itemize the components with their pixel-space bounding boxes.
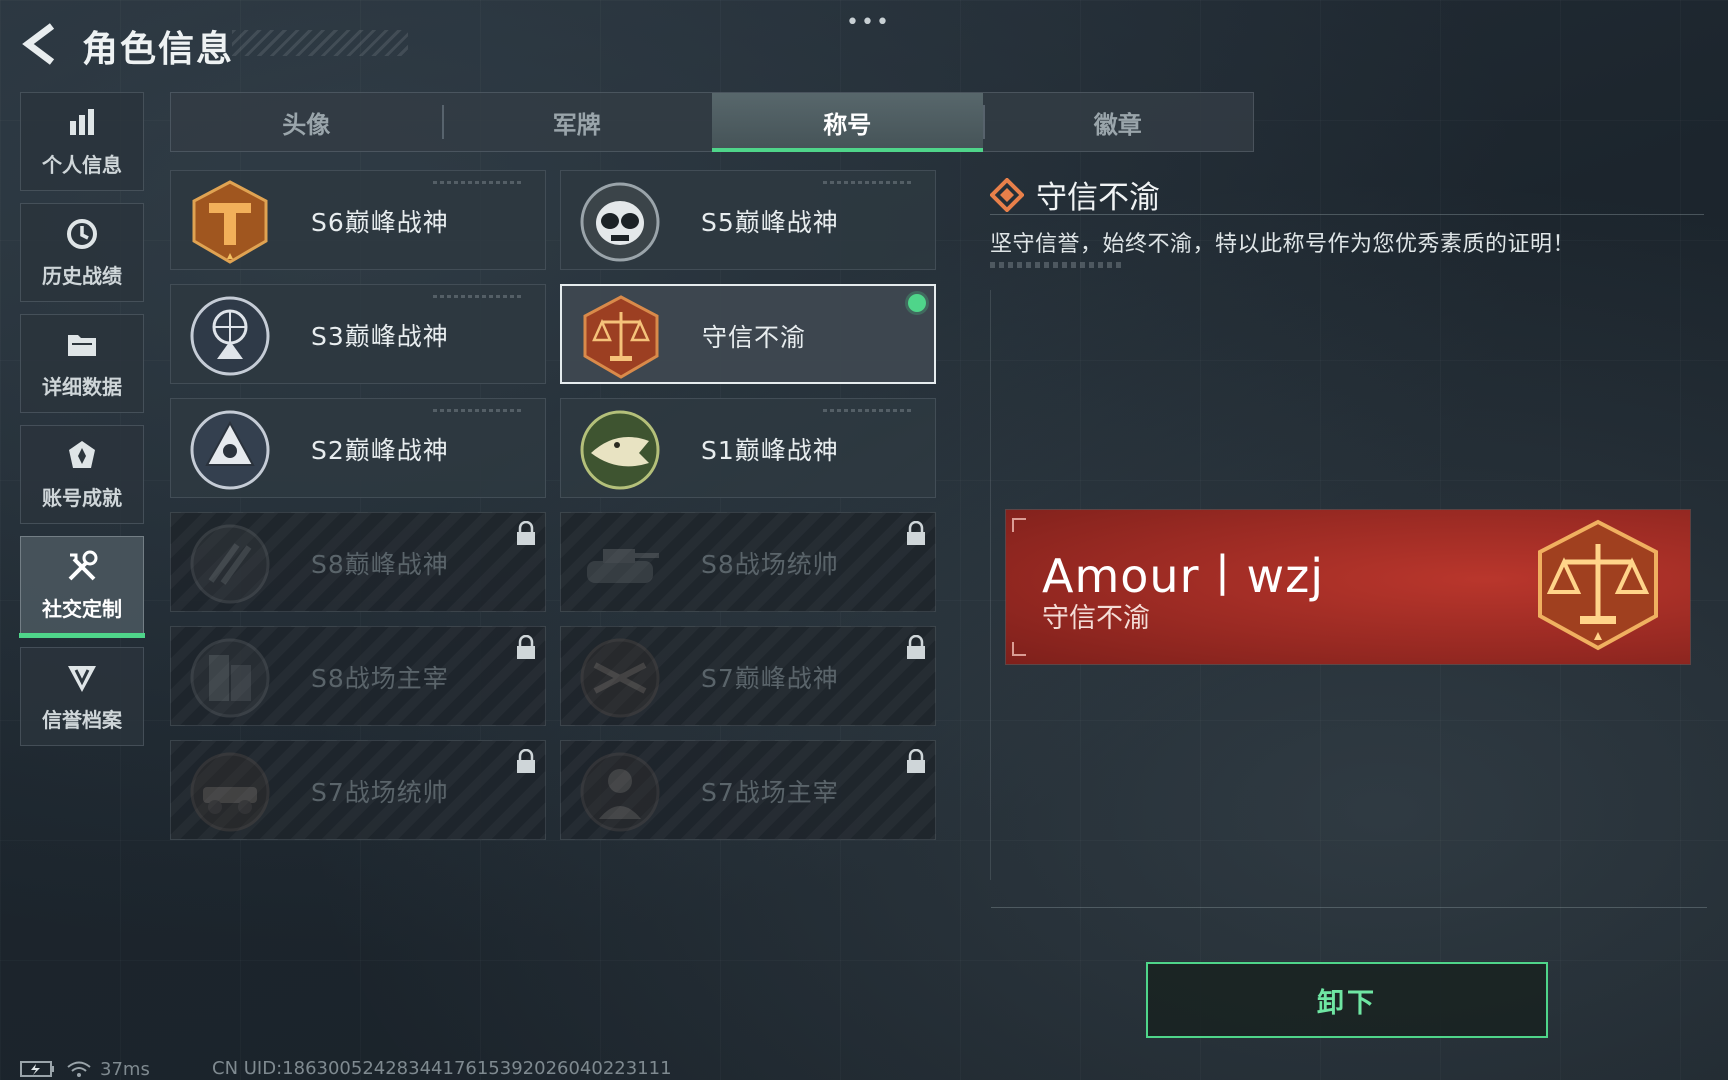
sidebar-item-label: 详细数据 (42, 375, 122, 399)
detail-code-decoration (990, 262, 1124, 268)
reputation-icon (68, 666, 96, 692)
status-bar: 37ms (20, 1058, 164, 1080)
title-name: S7战场主宰 (701, 778, 839, 807)
title-name: S8战场主宰 (311, 664, 449, 693)
title-card-s6-peak[interactable]: S6巅峰战神 (170, 170, 546, 270)
ping-value: 37ms (100, 1058, 150, 1080)
detail-title: 守信不渝 (1036, 180, 1160, 216)
title-card-trustworthy[interactable]: 守信不渝 (560, 284, 936, 384)
crossbow-icon (580, 638, 660, 718)
sidebar-item-personal-info[interactable]: 个人信息 (20, 92, 144, 191)
history-icon (67, 219, 97, 249)
title-card-s8-commander-locked[interactable]: S8战场统帅 (560, 512, 936, 612)
lock-icon (907, 635, 925, 659)
card-code-decoration (433, 181, 523, 184)
sidebar-item-social-custom[interactable]: 社交定制 (19, 536, 145, 638)
corner-decoration (1012, 518, 1026, 532)
title-name: S5巅峰战神 (701, 208, 839, 237)
unequip-button[interactable]: 卸下 (1146, 962, 1548, 1038)
diamond-icon (990, 177, 1024, 212)
tab-avatar[interactable]: 头像 (171, 93, 442, 151)
title-decoration (232, 30, 408, 56)
lock-icon (517, 749, 535, 773)
title-card-s5-peak[interactable]: S5巅峰战神 (560, 170, 936, 270)
corner-decoration (1012, 642, 1026, 656)
detail-divider (990, 214, 1704, 215)
title-name: S3巅峰战神 (311, 322, 449, 351)
lock-icon (907, 749, 925, 773)
tab-bar: 头像 军牌 称号 徽章 (170, 92, 1254, 152)
achievement-icon (69, 441, 95, 468)
slash-emblem-icon (190, 524, 270, 604)
preview-title-text: 守信不渝 (1042, 603, 1150, 634)
card-code-decoration (433, 295, 523, 298)
title-name: S8巅峰战神 (311, 550, 449, 579)
tank-icon (587, 549, 659, 583)
scales-icon (583, 295, 659, 379)
bar-chart-icon (70, 109, 94, 135)
card-code-decoration (433, 409, 523, 412)
card-code-decoration (823, 181, 913, 184)
card-code-decoration (823, 409, 913, 412)
title-name: 守信不渝 (702, 323, 807, 352)
title-card-s8-dominator-locked[interactable]: S8战场主宰 (170, 626, 546, 726)
title-name: S2巅峰战神 (311, 436, 449, 465)
page-title: 角色信息 (82, 29, 235, 70)
building-icon (190, 638, 270, 718)
sidebar: 个人信息 历史战绩 详细数据 账号成就 社交定制 信誉档案 (19, 92, 145, 758)
sidebar-item-label: 个人信息 (42, 153, 122, 177)
title-card-s3-peak[interactable]: S3巅峰战神 (170, 284, 546, 384)
sidebar-item-label: 历史战绩 (42, 264, 122, 288)
title-card-s7-commander-locked[interactable]: S7战场统帅 (170, 740, 546, 840)
back-arrow-icon[interactable] (18, 20, 62, 68)
title-name: S7战场统帅 (311, 778, 449, 807)
skull-goggles-icon (580, 182, 660, 262)
title-card-s8-peak-locked[interactable]: S8巅峰战神 (170, 512, 546, 612)
lock-icon (907, 521, 925, 545)
uid-text: CN UID:186300524283441761539202604022311… (212, 1058, 672, 1079)
sidebar-item-detailed-data[interactable]: 详细数据 (20, 314, 144, 413)
title-name: S6巅峰战神 (311, 208, 449, 237)
title-name: S8战场统帅 (701, 550, 839, 579)
crocodile-icon (580, 410, 660, 490)
atlas-emblem-icon (190, 296, 270, 376)
tab-badge[interactable]: 徽章 (982, 93, 1254, 151)
lock-icon (517, 521, 535, 545)
soldier-icon (580, 752, 660, 832)
tools-icon (68, 550, 98, 581)
title-card-s7-dominator-locked[interactable]: S7战场主宰 (560, 740, 936, 840)
t-emblem-icon (192, 180, 268, 264)
more-menu-icon[interactable]: ••• (846, 10, 891, 35)
detail-header: 守信不渝 (990, 172, 1160, 217)
sidebar-item-label: 社交定制 (42, 597, 122, 621)
equipped-indicator (908, 294, 926, 312)
title-card-s2-peak[interactable]: S2巅峰战神 (170, 398, 546, 498)
sidebar-item-match-history[interactable]: 历史战绩 (20, 203, 144, 302)
scales-emblem-icon (1538, 519, 1658, 651)
wifi-icon (67, 1061, 91, 1077)
vehicle-icon (190, 752, 270, 832)
sidebar-item-label: 信誉档案 (42, 708, 122, 732)
sidebar-item-achievements[interactable]: 账号成就 (20, 425, 144, 524)
tab-title[interactable]: 称号 (712, 93, 983, 152)
title-name: S7巅峰战神 (701, 664, 839, 693)
tab-dog-tag[interactable]: 军牌 (441, 93, 713, 151)
battery-icon (20, 1061, 54, 1077)
lock-icon (517, 635, 535, 659)
detail-description: 坚守信誉，始终不渝，特以此称号作为您优秀素质的证明！ (990, 232, 1576, 257)
triangle-emblem-icon (190, 410, 270, 490)
title-card-s7-peak-locked[interactable]: S7巅峰战神 (560, 626, 936, 726)
sidebar-item-label: 账号成就 (42, 486, 122, 510)
title-card-s1-peak[interactable]: S1巅峰战神 (560, 398, 936, 498)
sidebar-item-reputation[interactable]: 信誉档案 (20, 647, 144, 746)
folder-icon (68, 335, 96, 356)
title-name: S1巅峰战神 (701, 436, 839, 465)
title-preview-card: Amour丨wzj 守信不渝 (1006, 510, 1690, 664)
